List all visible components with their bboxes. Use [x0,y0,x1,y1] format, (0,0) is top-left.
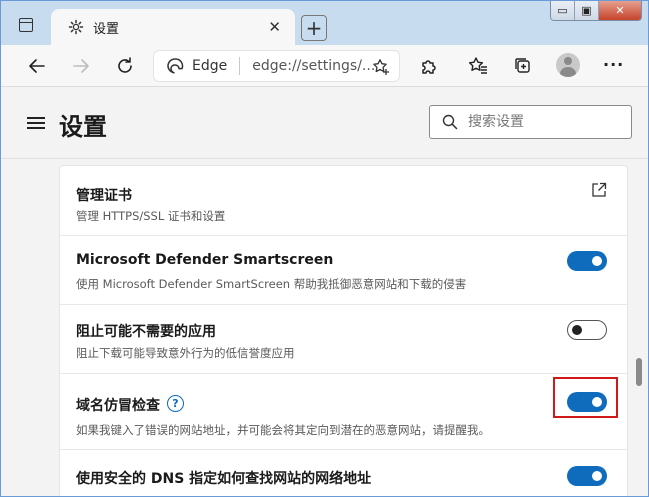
setting-description: 管理 HTTPS/SSL 证书和设置 [76,209,226,223]
setting-title: 管理证书 [76,188,132,204]
collections-icon[interactable] [511,54,535,78]
address-bar[interactable]: Edge edge://settings/... [153,50,400,82]
search-icon [442,114,458,130]
setting-title: 阻止可能不需要的应用 [76,324,216,340]
avatar-icon[interactable] [556,53,580,77]
secure-dns-toggle[interactable] [567,466,607,486]
help-icon[interactable]: ? [167,395,184,412]
search-input[interactable] [468,114,618,130]
search-box[interactable] [429,105,632,139]
refresh-icon[interactable] [113,54,137,78]
edge-logo-icon [166,57,184,75]
browser-label: Edge [192,58,228,74]
external-link-icon[interactable] [591,182,607,198]
setting-title: 域名仿冒检查 [76,398,160,414]
tab-settings[interactable]: 设置 ✕ [51,9,295,45]
puzzle-icon[interactable] [417,54,441,78]
window-controls: ▭ ▣ ✕ [550,1,642,21]
scroll-thumb[interactable] [636,358,642,386]
more-options-icon[interactable]: ··· [603,55,624,74]
setting-description: 使用 Microsoft Defender SmartScreen 帮助我抵御恶… [76,277,467,291]
setting-description: 如果我键入了错误的网站地址，并可能会将其定向到潜在的恶意网站，请提醒我。 [76,423,490,437]
setting-row-secure-dns: 使用安全的 DNS 指定如何查找网站的网络地址 [60,450,627,496]
title-bar: 设置 ✕ + ▭ ▣ ✕ [1,1,648,45]
block-pua-toggle[interactable] [567,320,607,340]
smartscreen-toggle[interactable] [567,251,607,271]
forward-arrow-icon[interactable] [69,54,93,78]
setting-row-defender-smartscreen: Microsoft Defender Smartscreen 使用 Micros… [60,236,627,305]
new-tab-button[interactable]: + [301,15,327,41]
page-title: 设置 [59,113,107,141]
browser-toolbar: Edge edge://settings/... ··· [1,45,648,87]
setting-row-block-pua: 阻止可能不需要的应用 阻止下载可能导致意外行为的低信誉度应用 [60,305,627,374]
minimize-button[interactable]: ▭ [551,1,575,20]
browser-window: 设置 ✕ + ▭ ▣ ✕ Edge edge://settings/... ··… [0,0,649,497]
tab-actions-icon[interactable] [19,18,33,32]
scrollbar[interactable] [631,160,648,496]
settings-content: 管理证书 管理 HTTPS/SSL 证书和设置 Microsoft Defend… [1,160,631,496]
setting-row-typosquatting: 域名仿冒检查 ? 如果我键入了错误的网站地址，并可能会将其定向到潜在的恶意网站，… [60,374,627,450]
setting-title: 使用安全的 DNS 指定如何查找网站的网络地址 [76,471,372,487]
tab-close-icon[interactable]: ✕ [268,19,281,35]
settings-header: 设置 [1,87,648,159]
url-text[interactable]: edge://settings/... [252,58,375,74]
maximize-button[interactable]: ▣ [575,1,599,20]
back-arrow-icon[interactable] [25,54,49,78]
tab-title: 设置 [93,21,120,37]
setting-title: Microsoft Defender Smartscreen [76,252,334,268]
highlight-box [553,377,618,418]
favorites-icon[interactable] [466,54,490,78]
gear-icon [67,18,85,36]
hamburger-icon[interactable] [27,117,45,129]
setting-row-manage-certificates[interactable]: 管理证书 管理 HTTPS/SSL 证书和设置 [60,166,627,236]
close-button[interactable]: ✕ [599,1,641,20]
star-add-icon[interactable] [371,57,391,77]
settings-card: 管理证书 管理 HTTPS/SSL 证书和设置 Microsoft Defend… [59,165,628,496]
setting-description: 阻止下载可能导致意外行为的低信誉度应用 [76,346,295,360]
address-separator [239,57,241,75]
